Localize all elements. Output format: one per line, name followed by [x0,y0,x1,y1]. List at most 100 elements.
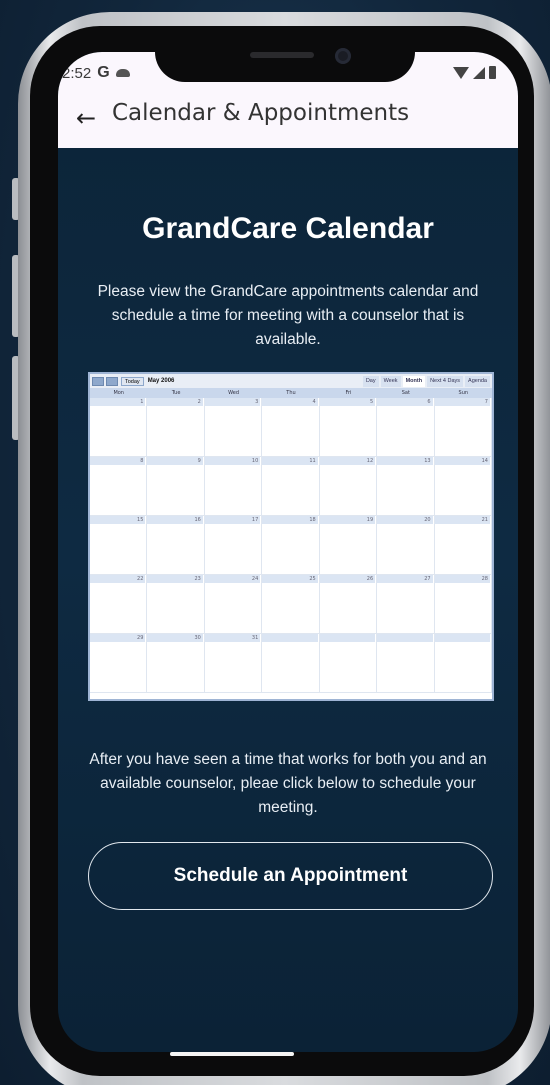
calendar-day-number: 12 [319,457,376,465]
calendar-day-number: 9 [147,457,203,465]
calendar-day-cell [262,634,320,693]
calendar-day-cell: 16 [147,516,205,575]
calendar-day-number: 31 [204,634,261,642]
weekday-label: Sat [401,390,410,396]
speaker-grille [250,52,314,58]
calendar-day-number: 20 [377,516,433,524]
schedule-appointment-button[interactable]: Schedule an Appointment [88,842,493,910]
calendar-toolbar: Today May 2006 Day Week Month Next 4 Day… [90,374,492,388]
calendar-day-number: 11 [262,457,318,465]
google-icon: G [97,64,110,81]
calendar-day-number: 28 [434,575,490,583]
calendar-day-cell [377,634,435,693]
calendar-day-number: 23 [147,575,203,583]
calendar-month-label: May 2006 [147,378,175,384]
calendar-day-cell: 4 [262,398,320,457]
calendar-day-cell: 21 [434,516,492,575]
calendar-day-cell: 1 [90,398,148,457]
status-time: 2:52 [62,64,92,82]
calendar-day-cell: 14 [434,457,492,516]
calendar-day-cell: 2 [147,398,205,457]
signal-icon [473,66,485,79]
weekday-label: Thu [286,390,296,396]
calendar-day-number: 30 [147,634,203,642]
calendar-day-cell: 11 [262,457,320,516]
calendar-day-number: 29 [90,634,146,642]
calendar-day-number: 10 [204,457,261,465]
calendar-day-number: 8 [90,457,146,465]
calendar-day-number: 7 [434,398,490,406]
calendar-day-number: 18 [262,516,318,524]
calendar-day-cell: 13 [377,457,435,516]
calendar-day-number: 19 [319,516,376,524]
calendar-day-cell: 12 [319,457,378,516]
home-indicator[interactable] [170,1052,294,1056]
calendar-day-cell: 15 [90,516,148,575]
calendar-day-cell: 17 [204,516,263,575]
calendar-view-agenda: Agenda [465,375,490,387]
weekday-label: Sun [458,390,469,396]
status-icons [453,66,496,79]
calendar-day-cell: 6 [377,398,435,457]
calendar-day-cell: 8 [90,457,148,516]
calendar-day-number: 6 [377,398,433,406]
calendar-view-month: Month [402,375,426,387]
calendar-day-cell: 23 [147,575,205,634]
calendar-day-cell: 5 [319,398,378,457]
calendar-view-next4days: Next 4 Days [427,375,464,387]
calendar-day-cell: 9 [147,457,205,516]
calendar-day-cell: 20 [377,516,435,575]
calendar-day-number [434,634,490,642]
app-bar-title: Calendar & Appointments [112,100,410,126]
calendar-day-cell: 30 [147,634,205,693]
calendar-day-cell: 28 [434,575,492,634]
cloud-icon [115,69,130,77]
instruction-text: After you have seen a time that works fo… [89,751,487,816]
calendar-day-number: 21 [434,516,490,524]
calendar-day-cell: 24 [204,575,263,634]
calendar-day-number: 1 [90,398,146,406]
calendar-grid: 1 2 3 4 5 6 7 8 9 10 11 12 13 14 15 16 17 18 19 20 21 22 23 24 2… [90,398,492,693]
calendar-day-cell: 10 [204,457,263,516]
intro-text: Please view the GrandCare appointments c… [97,283,479,348]
calendar-view-week: Week [380,375,401,387]
calendar-today-label: Today [121,376,144,386]
calendar-day-number: 16 [147,516,203,524]
back-arrow-icon[interactable]: ← [76,104,96,132]
calendar-next-icon [106,376,118,386]
calendar-day-number: 3 [204,398,261,406]
calendar-day-number: 14 [434,457,490,465]
calendar-day-number: 5 [319,398,376,406]
calendar-day-number: 27 [377,575,433,583]
calendar-day-cell: 29 [90,634,148,693]
calendar-day-number: 15 [90,516,146,524]
calendar-day-number [377,634,433,642]
calendar-day-number [262,634,318,642]
calendar-day-cell [319,634,378,693]
calendar-day-number: 26 [319,575,376,583]
calendar-weekday-header: Mon Tue Wed Thu Fri Sat Sun [90,388,492,398]
calendar-day-cell: 7 [434,398,492,457]
weekday-label: Tue [171,390,181,396]
calendar-day-number: 2 [147,398,203,406]
calendar-view-tabs: Day Week Month Next 4 Days Agenda [362,375,490,387]
calendar-day-number: 13 [377,457,433,465]
calendar-day-cell: 27 [377,575,435,634]
calendar-day-cell [434,634,492,693]
front-camera-icon [335,48,351,64]
calendar-day-number [319,634,376,642]
calendar-day-cell: 26 [319,575,378,634]
calendar-day-cell: 31 [204,634,263,693]
page-title: GrandCare Calendar [142,212,434,245]
status-bar: 2:52 G [62,64,130,82]
battery-icon [489,66,496,79]
phone-notch [155,40,415,82]
calendar-day-number: 25 [262,575,318,583]
weekday-label: Mon [113,390,124,396]
calendar-day-cell: 3 [204,398,263,457]
weekday-label: Wed [228,390,240,396]
calendar-day-cell: 18 [262,516,320,575]
weekday-label: Fri [345,390,352,396]
calendar-day-cell: 25 [262,575,320,634]
calendar-day-number: 17 [204,516,261,524]
